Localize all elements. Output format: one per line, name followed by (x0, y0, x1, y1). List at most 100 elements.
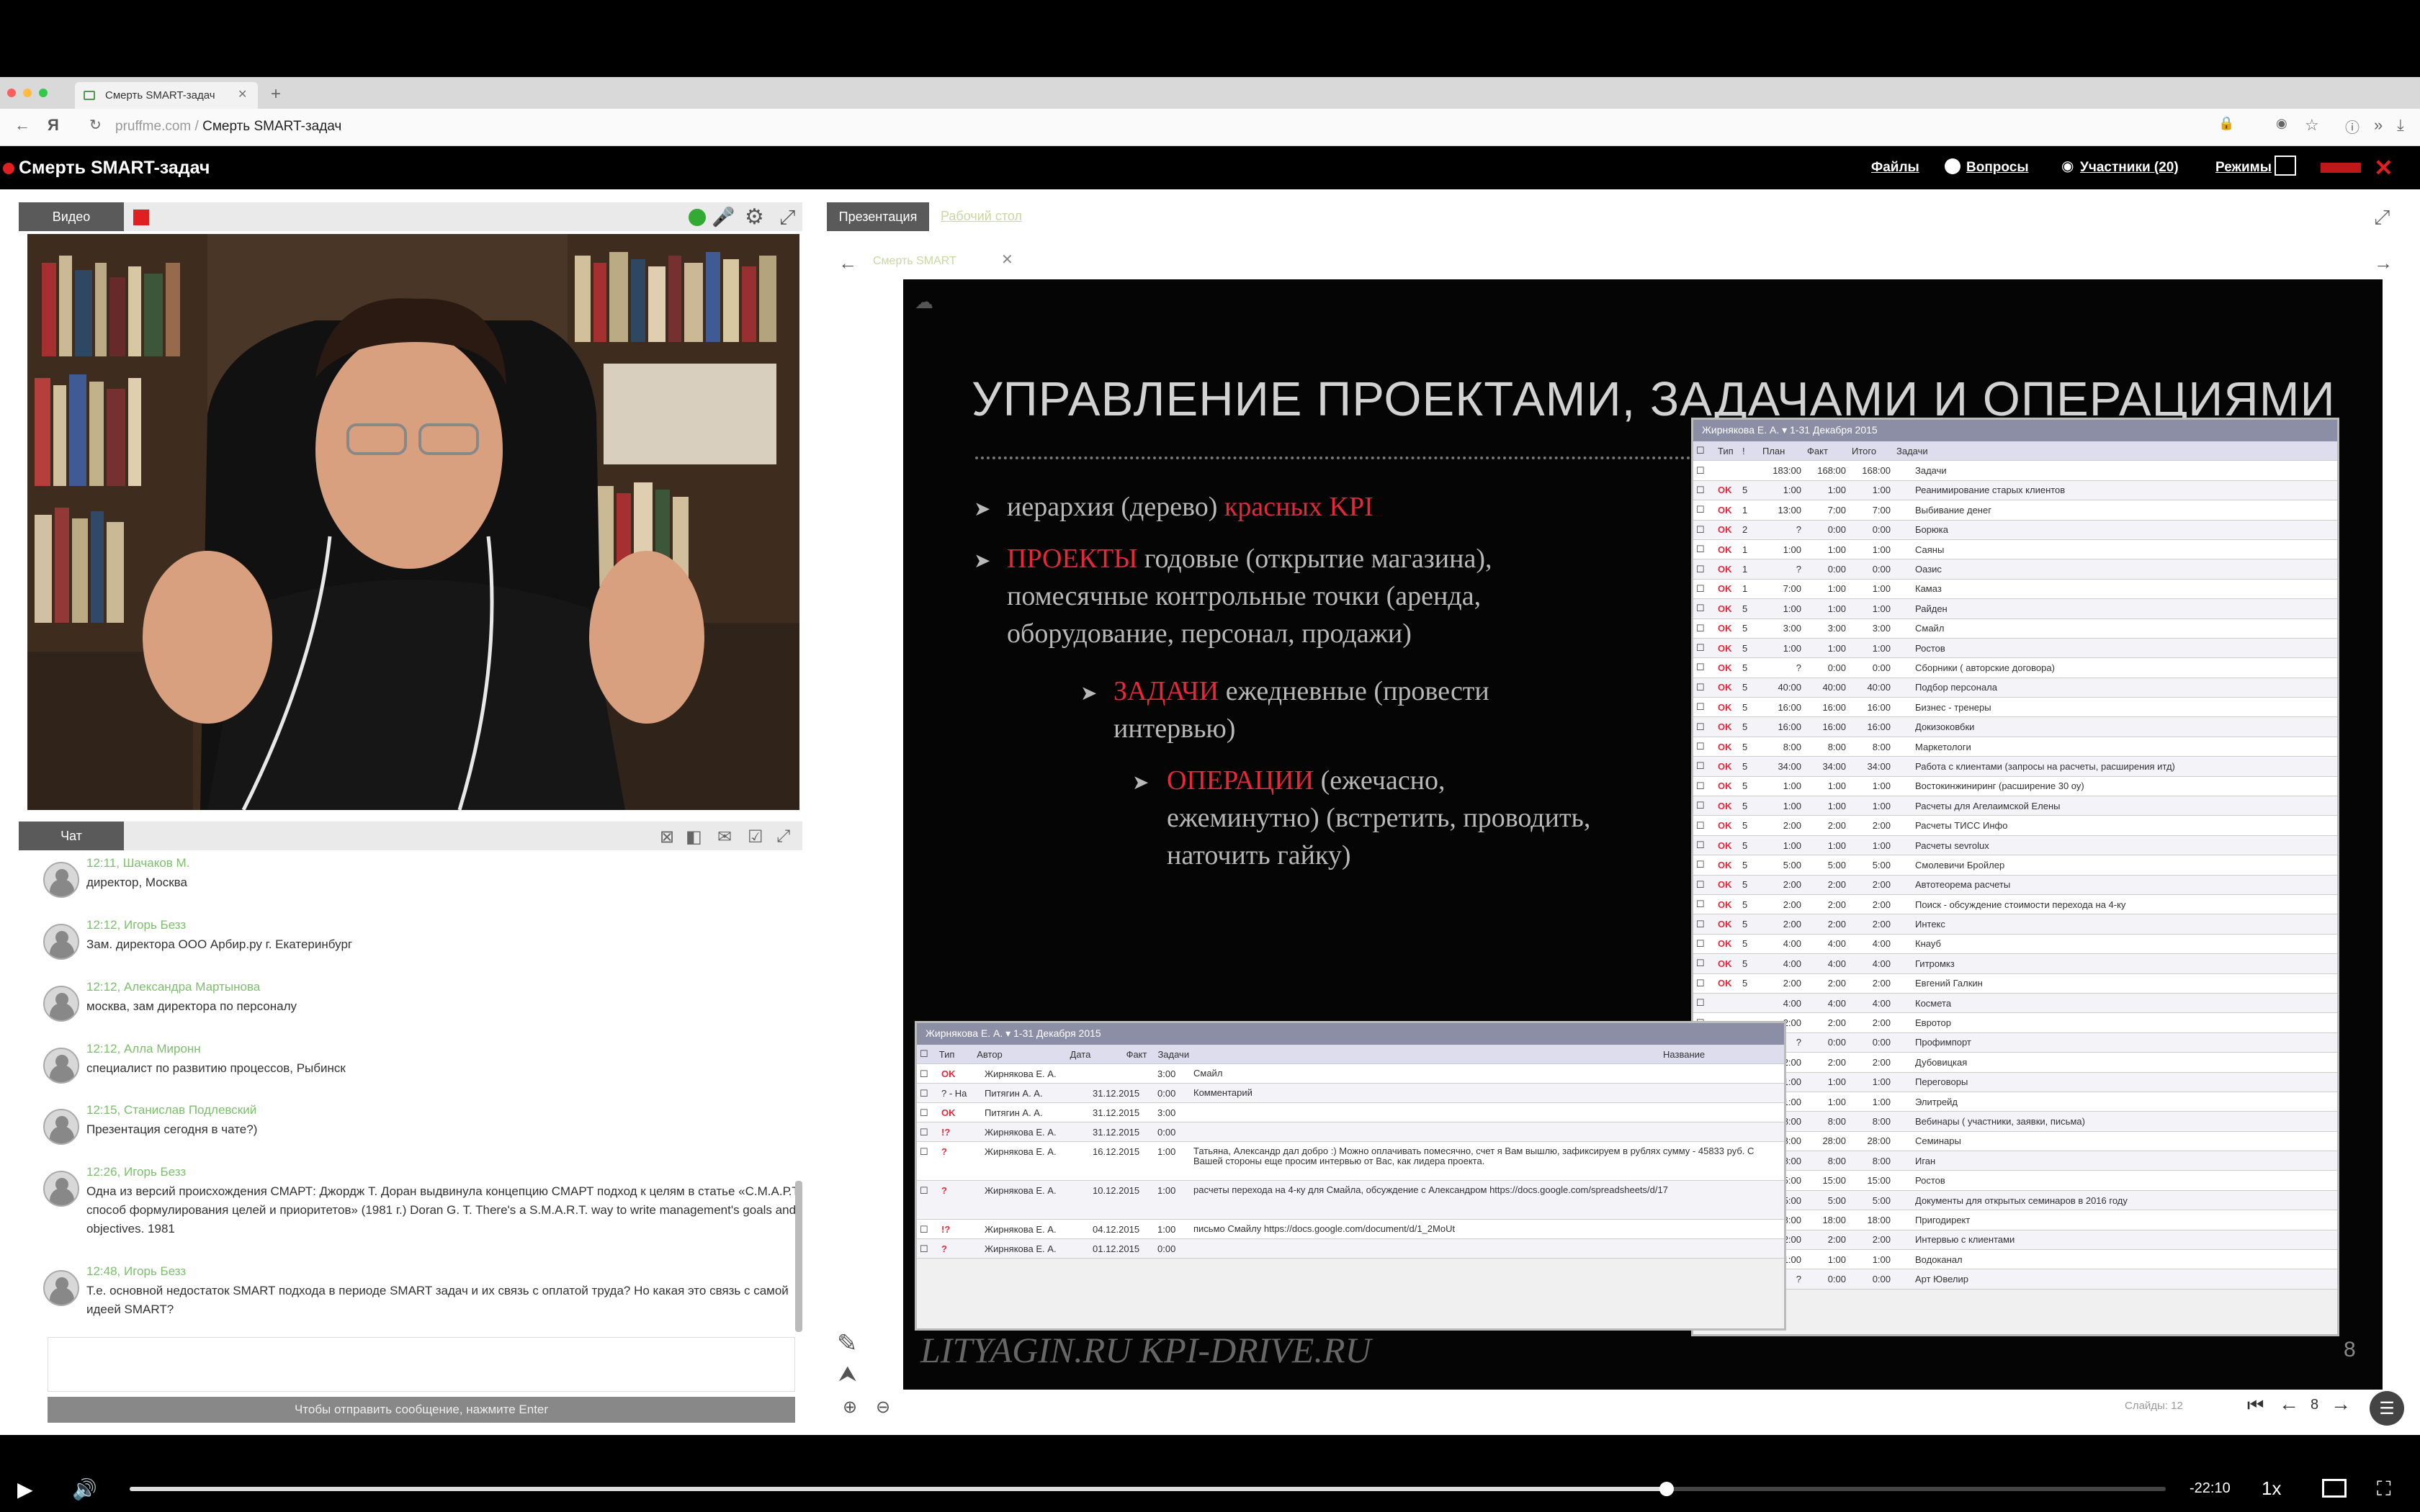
table-row[interactable]: ☐18:0018:0018:00Пригодирект (1693, 1210, 2337, 1230)
row-checkbox[interactable]: ☐ (1693, 721, 1715, 733)
close-window-dot[interactable] (7, 89, 16, 97)
pencil-icon[interactable]: ✎ (837, 1329, 858, 1358)
volume-icon[interactable]: 🔊 (72, 1477, 97, 1501)
table-row[interactable]: ☐ OK 1? 0:00 0:00 Оазис (1693, 559, 2337, 580)
table-row[interactable]: ☐ OK 5 1:00 1:00 1:00 Расчеты sevrolux (1693, 835, 2337, 856)
check-icon[interactable]: ☑ (748, 827, 763, 847)
nav-modes[interactable]: Режимы (2215, 160, 2272, 176)
mail-icon[interactable]: ✉ (717, 827, 732, 847)
table-row[interactable]: ☐ OK 1 7:00 1:00 1:00 Камаз (1693, 579, 2337, 600)
pointer-icon[interactable]: ⮝ (838, 1362, 857, 1387)
prev-doc-arrow-icon[interactable]: ← (838, 252, 857, 274)
row-checkbox[interactable]: ☐ (1693, 780, 1715, 792)
layout-icon[interactable] (2275, 156, 2296, 176)
zoom-out-icon[interactable]: ⊖ (876, 1397, 890, 1418)
row-checkbox[interactable]: ☐ (917, 1107, 938, 1119)
table-row[interactable]: ☐ OK 5 1:00 1:00 1:00 Востокинжиниринг (расшир… (1693, 776, 2337, 797)
back-arrow-icon[interactable]: ← (14, 116, 30, 135)
row-checkbox[interactable]: ☐ (1693, 504, 1715, 516)
table-row[interactable]: ☐1:001:001:00Водоканал (1693, 1250, 2337, 1270)
maximize-window-dot[interactable] (39, 89, 48, 97)
table-row[interactable]: ☐ OK 5 4:00 4:00 4:00 Гитромкз (1693, 954, 2337, 974)
more-icon[interactable]: » (2374, 116, 2383, 135)
chat-messages[interactable]: 12:11, Шачаков М. директор, Москва 12:12,… (19, 853, 802, 1336)
row-checkbox[interactable]: ☐ (1693, 879, 1715, 891)
table-row[interactable]: ☐ OK 1 13:00 7:00 7:00 Выбивание денег (1693, 500, 2337, 521)
table-row[interactable]: ☐ OK 5 1:00 1:00 1:00 Ростов (1693, 638, 2337, 659)
table-row[interactable]: ☐ OK 5 2:00 2:00 2:00 Поиск - обсуждение стоим… (1693, 894, 2337, 915)
captions-icon[interactable]: ☰ (2370, 1391, 2404, 1426)
row-checkbox[interactable]: ☐ (1693, 564, 1715, 575)
reload-icon[interactable]: ↻ (89, 116, 102, 134)
chat-send-hint[interactable]: Чтобы отправить сообщение, нажмите Enter (48, 1397, 795, 1423)
row-checkbox[interactable]: ☐ (1693, 642, 1715, 654)
table-row[interactable]: ☐ OK 5 3:00 3:00 3:00 Смайл (1693, 618, 2337, 639)
bookmark-star-icon[interactable]: ☆ (2305, 116, 2319, 135)
row-checkbox[interactable]: ☐ (1693, 662, 1715, 673)
doc-tab[interactable]: Смерть SMART (873, 255, 956, 268)
picture-in-picture-icon[interactable] (2322, 1479, 2347, 1498)
minimize-window-dot[interactable] (23, 89, 32, 97)
table-row[interactable]: ☐ OK 5 2:00 2:00 2:00 Евгений Галкин (1693, 973, 2337, 994)
table-row[interactable]: ☐2:002:002:00Интервью с клиентами (1693, 1230, 2337, 1251)
tab-video[interactable]: Видео (19, 202, 124, 231)
next-doc-arrow-icon[interactable]: → (2374, 252, 2393, 274)
table-row[interactable]: ☐2:002:002:00Дубовицкая (1693, 1053, 2337, 1073)
tab-presentation[interactable]: Презентация (827, 202, 929, 231)
fullscreen-icon[interactable]: ⛶ (2377, 1477, 2391, 1501)
info-icon[interactable]: ⓘ (2345, 116, 2360, 137)
row-checkbox[interactable]: ☐ (1693, 682, 1715, 693)
row-checkbox[interactable]: ☐ (1693, 919, 1715, 930)
row-checkbox[interactable]: ☐ (1693, 701, 1715, 713)
row-checkbox[interactable]: ☐ (1693, 958, 1715, 969)
play-icon[interactable]: ▶ (17, 1477, 33, 1501)
webcam-video[interactable] (27, 234, 799, 810)
table-row[interactable]: ☐ OK 5 2:00 2:00 2:00 Интекс (1693, 914, 2337, 935)
row-checkbox[interactable]: ☐ (1693, 623, 1715, 634)
clear-chat-icon[interactable]: ⊠ (660, 827, 674, 847)
row-checkbox[interactable]: ☐ (1693, 741, 1715, 752)
table-row[interactable]: ☐?0:000:00Арт Ювелир (1693, 1269, 2337, 1290)
row-checkbox[interactable]: ☐ (917, 1146, 938, 1158)
table-row[interactable]: ☐ 4:00 4:00 4:00 Космета (1693, 993, 2337, 1014)
microphone-icon[interactable]: 🎤 (712, 206, 735, 228)
table-row[interactable]: ☐? Жирнякова Е. А. 10.12.2015 1:00 расчеты п… (917, 1181, 1784, 1220)
table-row[interactable]: ☐ OK 5 5:00 5:00 5:00 Смолевичи Бройлер (1693, 855, 2337, 876)
nav-files[interactable]: Файлы (1871, 160, 1919, 176)
table-row[interactable]: ☐ OK 5 8:00 8:00 8:00 Маркетологи (1693, 737, 2337, 757)
table-row[interactable]: ☐?0:000:00Профимпорт (1693, 1032, 2337, 1053)
row-checkbox[interactable]: ☐ (917, 1224, 938, 1236)
row-checkbox[interactable]: ☐ (1693, 820, 1715, 832)
close-doc-icon[interactable]: ✕ (1001, 251, 1013, 269)
playback-speed[interactable]: 1x (2262, 1477, 2281, 1500)
table-row[interactable]: ☐ OK Жирнякова Е. А. 3:00 Смайл (917, 1064, 1784, 1084)
expand-chat-icon[interactable]: ⤢ (776, 827, 790, 847)
row-checkbox[interactable]: ☐ (1693, 544, 1715, 555)
chat-input[interactable] (48, 1337, 795, 1392)
table-row[interactable]: ☐8:008:008:00Вебинары ( участники, заявк… (1693, 1112, 2337, 1132)
row-checkbox[interactable]: ☐ (1693, 997, 1715, 1009)
table-row[interactable]: ☐1:001:001:00Элитрейд (1693, 1092, 2337, 1112)
row-checkbox[interactable]: ☐ (1693, 978, 1715, 989)
table-row[interactable]: ☐5:005:005:00Документы для открытых семи… (1693, 1190, 2337, 1211)
record-icon[interactable] (133, 210, 149, 225)
close-icon[interactable]: ✕ (2374, 154, 2393, 181)
table-row[interactable]: ☐ OK 5 16:00 16:00 16:00 Бизнес - тренеры (1693, 698, 2337, 718)
yandex-logo-icon[interactable]: Я (48, 116, 59, 135)
chat-scrollbar[interactable] (795, 1181, 802, 1332)
shield-icon[interactable]: ◉ (2276, 116, 2287, 131)
next-slide-icon[interactable]: → (2331, 1392, 2351, 1416)
table-row[interactable]: ☐ OK 2? 0:00 0:00 Борюка (1693, 520, 2337, 540)
table-row[interactable]: ☐28:0028:0028:00Семинары (1693, 1131, 2337, 1152)
expand-presentation-icon[interactable]: ⤢ (2374, 206, 2390, 230)
tab-chat[interactable]: Чат (19, 822, 124, 850)
row-checkbox[interactable]: ☐ (1693, 603, 1715, 614)
zoom-in-icon[interactable]: ⊕ (843, 1397, 857, 1418)
row-checkbox[interactable]: ☐ (917, 1088, 938, 1099)
table-row[interactable]: ☐ OK 5 16:00 16:00 16:00 Докизоковбки (1693, 717, 2337, 737)
row-checkbox[interactable]: ☐ (917, 1127, 938, 1138)
row-checkbox[interactable]: ☐ (917, 1068, 938, 1080)
first-slide-icon[interactable]: ⏮ (2247, 1394, 2264, 1417)
row-checkbox[interactable]: ☐ (1693, 485, 1715, 496)
prev-slide-icon[interactable]: ← (2279, 1392, 2299, 1416)
